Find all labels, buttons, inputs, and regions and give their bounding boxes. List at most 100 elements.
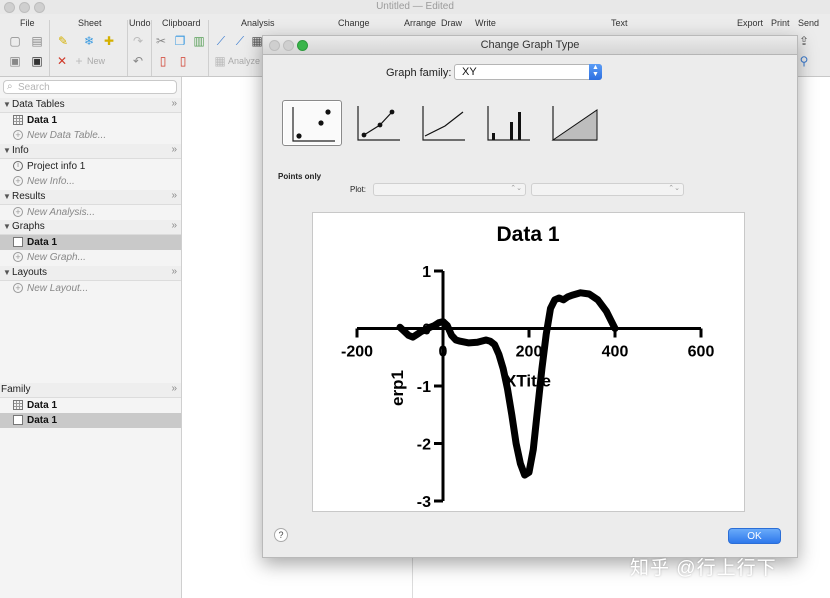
- pin-icon[interactable]: ✚: [102, 34, 116, 48]
- sidebar-item-data-table[interactable]: Data 1: [0, 113, 181, 128]
- sidebar-item-new-analysis[interactable]: + New Analysis...: [0, 205, 181, 220]
- disclosure-triangle-icon[interactable]: ▼: [3, 222, 11, 231]
- sidebar-item-new-info[interactable]: + New Info...: [0, 174, 181, 189]
- graph-preview: Data 1 -200 0 200 400 600 1 0 -1 -2 -3 XTitle erp1: [312, 212, 745, 512]
- disclosure-triangle-icon[interactable]: ▼: [3, 268, 11, 277]
- sidebar-item-graph[interactable]: Data 1: [0, 235, 181, 250]
- toolbar-separator: [127, 20, 128, 76]
- sidebar-item-new-data-table[interactable]: + New Data Table...: [0, 128, 181, 143]
- dialog-title: Change Graph Type: [480, 39, 580, 51]
- toolbar-group-export: Export: [737, 18, 764, 28]
- toolbar-separator: [151, 20, 152, 76]
- disclosure-triangle-icon[interactable]: ▼: [3, 192, 11, 201]
- section-label: Layouts: [12, 267, 48, 278]
- new-file-icon[interactable]: ▢: [8, 34, 22, 48]
- x-tick-label: -200: [341, 344, 373, 361]
- toolbar-group-text: Text: [611, 18, 628, 28]
- double-chevron-icon[interactable]: »: [171, 190, 177, 201]
- curve-fit-icon[interactable]: ⟋: [233, 34, 247, 48]
- redo-icon[interactable]: ↷: [131, 34, 145, 48]
- updown-arrows-icon[interactable]: ▲ ▼: [589, 64, 602, 80]
- subtype-title: Points only: [278, 172, 322, 181]
- sidebar-item-project-info[interactable]: i Project info 1: [0, 159, 181, 174]
- add-icon: +: [13, 176, 23, 186]
- save-icon[interactable]: ▣: [8, 54, 22, 68]
- sidebar-item-label: Data 1: [27, 115, 58, 126]
- pane-splitter[interactable]: [0, 373, 181, 381]
- section-data-tables[interactable]: ▼ Data Tables »: [0, 98, 181, 113]
- paste-icon[interactable]: ▥: [192, 34, 206, 48]
- undo-icon[interactable]: ↶: [131, 54, 145, 68]
- add-icon[interactable]: +: [72, 54, 86, 68]
- clipboard-icon[interactable]: ▯: [176, 54, 190, 68]
- analyze-icon[interactable]: ▦: [213, 54, 227, 68]
- toolbar-group-analysis: Analysis: [241, 18, 275, 28]
- sidebar-item-label: Data 1: [27, 237, 58, 248]
- x-tick-label: 200: [516, 344, 543, 361]
- y-tick-label: -1: [417, 379, 431, 396]
- sheet-divider: [412, 552, 413, 598]
- search-input[interactable]: [18, 81, 168, 93]
- double-chevron-icon[interactable]: »: [171, 383, 177, 394]
- analyze-button[interactable]: Analyze: [228, 56, 260, 66]
- updown-arrows-icon: ⌃⌄: [510, 185, 522, 192]
- section-layouts[interactable]: ▼ Layouts »: [0, 266, 181, 281]
- new-sheet-button[interactable]: New: [87, 56, 105, 66]
- help-button[interactable]: ?: [274, 528, 288, 542]
- plot-select-secondary[interactable]: ⌃⌄: [531, 183, 684, 196]
- graph-type-area-fill[interactable]: [549, 100, 609, 146]
- plot-select-primary[interactable]: ⌃⌄: [373, 183, 526, 196]
- double-chevron-icon[interactable]: »: [171, 98, 177, 109]
- save-as-icon[interactable]: ▣: [30, 54, 44, 68]
- disclosure-triangle-icon[interactable]: ▼: [3, 100, 11, 109]
- graph-type-line-only[interactable]: [419, 100, 479, 146]
- double-chevron-icon[interactable]: »: [171, 220, 177, 231]
- cut-icon[interactable]: ✂: [154, 34, 168, 48]
- graph-family-select[interactable]: XY ▲ ▼: [454, 64, 602, 80]
- info-icon: i: [13, 161, 23, 171]
- double-chevron-icon[interactable]: »: [171, 144, 177, 155]
- points-connected-icon: [357, 106, 400, 141]
- plot-label: Plot:: [350, 185, 367, 194]
- graph-icon: [13, 237, 23, 247]
- ok-button[interactable]: OK: [728, 528, 781, 544]
- x-tick-label: 400: [602, 344, 629, 361]
- section-family[interactable]: Family »: [0, 383, 181, 398]
- section-graphs[interactable]: ▼ Graphs »: [0, 220, 181, 235]
- sidebar-item-label: New Graph...: [27, 252, 86, 263]
- clear-icon[interactable]: ▯: [156, 54, 170, 68]
- sidebar-item-new-graph[interactable]: + New Graph...: [0, 250, 181, 265]
- share-icon[interactable]: ⇪: [797, 34, 811, 48]
- change-graph-type-dialog: Change Graph Type Graph family: XY ▲ ▼ P…: [262, 35, 798, 558]
- toolbar-group-arrange: Arrange: [404, 18, 437, 28]
- data-table-icon: [13, 115, 23, 125]
- delete-icon[interactable]: ✕: [55, 54, 69, 68]
- family-item-data-table[interactable]: Data 1: [0, 398, 181, 413]
- graph-type-points-and-line[interactable]: [354, 100, 414, 146]
- y-tick-label: -2: [417, 437, 431, 454]
- family-item-label: Data 1: [27, 400, 58, 411]
- open-file-icon[interactable]: ▤: [30, 34, 44, 48]
- double-chevron-icon[interactable]: »: [171, 266, 177, 277]
- watermark-text: 知乎 @行上行下: [630, 558, 777, 579]
- x-tick-label: 600: [688, 344, 715, 361]
- search-icon: ⌕: [7, 81, 13, 92]
- sidebar-item-new-layout[interactable]: + New Layout...: [0, 281, 181, 296]
- snowflake-icon[interactable]: ❄: [82, 34, 96, 48]
- copy-icon[interactable]: ❐: [173, 34, 187, 48]
- disclosure-triangle-icon[interactable]: ▼: [3, 146, 11, 155]
- xy-analysis-icon[interactable]: ⟋: [214, 34, 228, 48]
- sidebar-item-label: New Info...: [27, 176, 75, 187]
- line-only-icon: [422, 106, 465, 141]
- section-results[interactable]: ▼ Results »: [0, 190, 181, 205]
- y-tick-label: -3: [417, 494, 431, 511]
- family-item-graph[interactable]: Data 1: [0, 413, 181, 428]
- graph-type-spikes[interactable]: [484, 100, 544, 146]
- section-info[interactable]: ▼ Info »: [0, 144, 181, 159]
- search-box[interactable]: ⌕: [3, 80, 177, 94]
- send-icon[interactable]: ⚲: [797, 54, 811, 68]
- section-label: Family: [1, 384, 31, 395]
- section-label: Data Tables: [12, 99, 65, 110]
- highlight-icon[interactable]: ✎: [56, 34, 70, 48]
- graph-type-points-only[interactable]: [282, 100, 342, 146]
